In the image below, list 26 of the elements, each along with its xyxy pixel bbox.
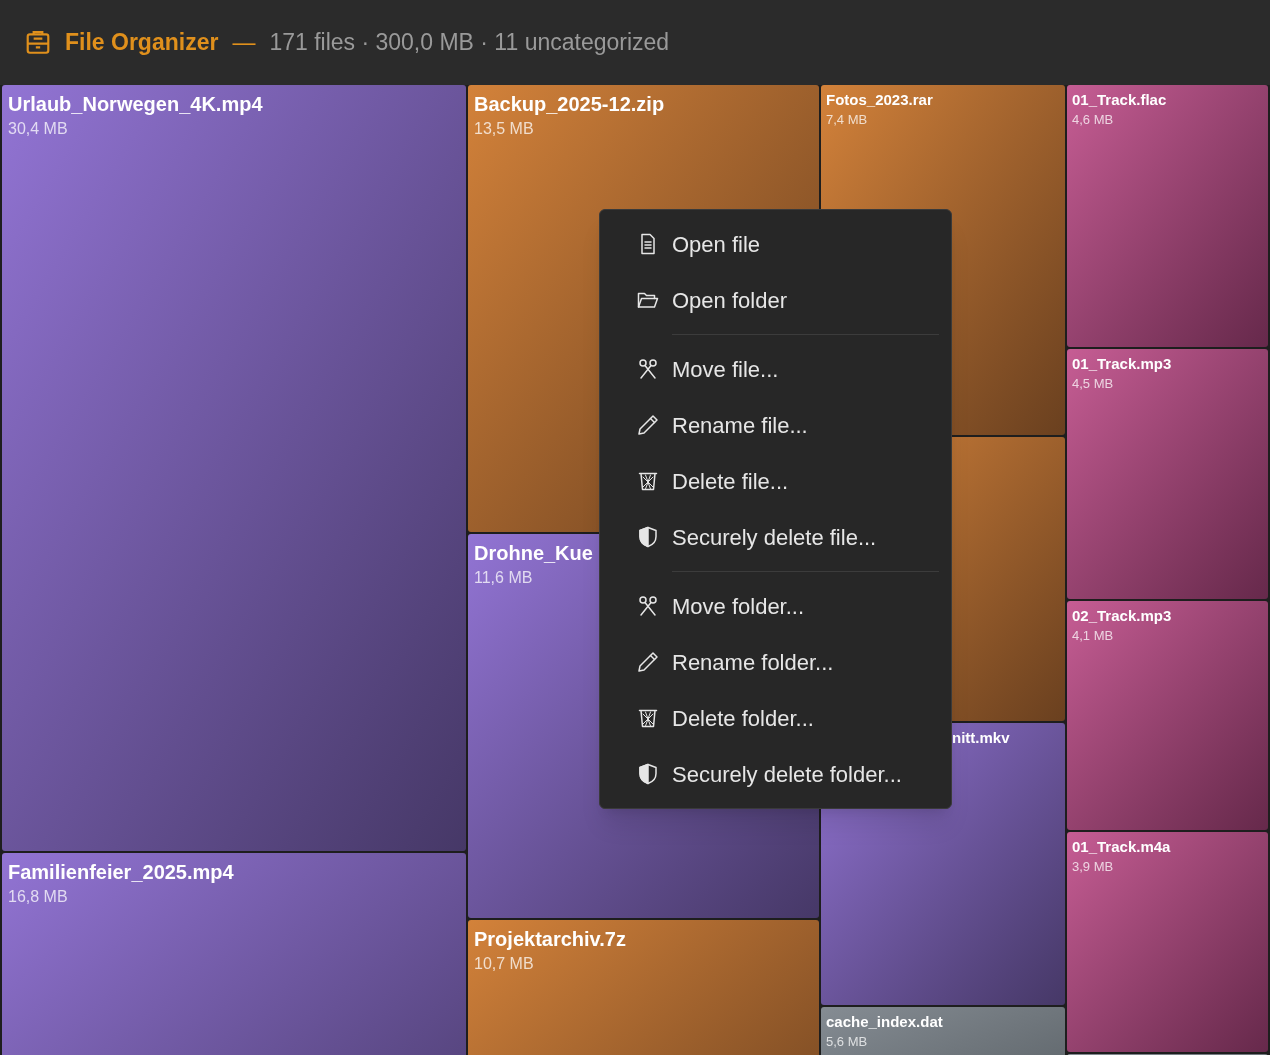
file-name: Urlaub_Norwegen_4K.mp4: [8, 92, 263, 117]
file-name: 01_Track.flac: [1072, 90, 1167, 110]
file-size: 5,6 MB: [826, 1033, 868, 1051]
file-name: 01_Track.mp3: [1072, 354, 1172, 374]
file-size: 3,9 MB: [1072, 858, 1114, 876]
file-size: 10,7 MB: [474, 954, 534, 974]
app-title: File Organizer: [65, 28, 219, 58]
file-size: 4,5 MB: [1072, 375, 1114, 393]
file-size: 16,8 MB: [8, 887, 68, 907]
file-name: Drohne_Kue: [474, 541, 593, 566]
title-separator: —: [232, 28, 256, 58]
file-size: 13,5 MB: [474, 119, 534, 139]
file-name: cache_index.dat: [826, 1012, 943, 1032]
file-size: 4,1 MB: [1072, 627, 1114, 645]
file-size: 7,4 MB: [826, 111, 868, 129]
summary-text: 171 files · 300,0 MB · 11 uncategorized: [269, 28, 670, 58]
file-name: 01_Track.m4a: [1072, 837, 1171, 857]
file-size: 4,6 MB: [1072, 111, 1114, 129]
file-name: Backup_2025-12.zip: [474, 92, 665, 117]
file-name: Familienfeier_2025.mp4: [8, 860, 234, 885]
file-size: 11,6 MB: [474, 568, 533, 588]
file-size: 30,4 MB: [8, 119, 68, 139]
file-name: Fotos_2023.rar: [826, 90, 933, 110]
file-name: 02_Track.mp3: [1072, 606, 1172, 626]
file-name: Projektarchiv.7z: [474, 927, 626, 952]
file-name: nitt.mkv: [952, 728, 1010, 748]
